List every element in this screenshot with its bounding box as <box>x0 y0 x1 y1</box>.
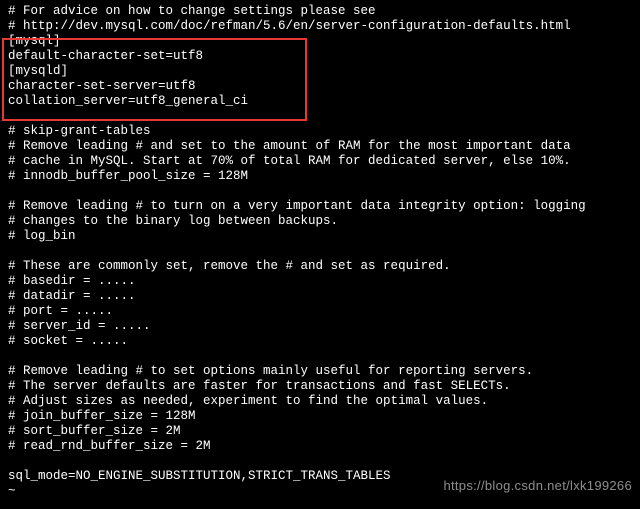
config-line-11: # innodb_buffer_pool_size = 128M <box>8 169 632 184</box>
config-line-12 <box>8 184 632 199</box>
config-line-7 <box>8 109 632 124</box>
config-line-25: # The server defaults are faster for tra… <box>8 379 632 394</box>
config-line-28: # sort_buffer_size = 2M <box>8 424 632 439</box>
config-line-1: # http://dev.mysql.com/doc/refman/5.6/en… <box>8 19 632 34</box>
config-line-8: # skip-grant-tables <box>8 124 632 139</box>
config-line-22: # socket = ..... <box>8 334 632 349</box>
config-line-15: # log_bin <box>8 229 632 244</box>
config-line-30 <box>8 454 632 469</box>
config-line-3: default-character-set=utf8 <box>8 49 632 64</box>
config-line-16 <box>8 244 632 259</box>
config-line-0: # For advice on how to change settings p… <box>8 4 632 19</box>
config-line-18: # basedir = ..... <box>8 274 632 289</box>
config-line-10: # cache in MySQL. Start at 70% of total … <box>8 154 632 169</box>
config-line-5: character-set-server=utf8 <box>8 79 632 94</box>
config-line-20: # port = ..... <box>8 304 632 319</box>
config-line-29: # read_rnd_buffer_size = 2M <box>8 439 632 454</box>
config-line-27: # join_buffer_size = 128M <box>8 409 632 424</box>
config-line-13: # Remove leading # to turn on a very imp… <box>8 199 632 214</box>
config-line-2: [mysql] <box>8 34 632 49</box>
config-line-24: # Remove leading # to set options mainly… <box>8 364 632 379</box>
config-line-4: [mysqld] <box>8 64 632 79</box>
config-line-21: # server_id = ..... <box>8 319 632 334</box>
config-line-14: # changes to the binary log between back… <box>8 214 632 229</box>
config-line-17: # These are commonly set, remove the # a… <box>8 259 632 274</box>
watermark-text: https://blog.csdn.net/lxk199266 <box>443 478 632 493</box>
config-line-6: collation_server=utf8_general_ci <box>8 94 632 109</box>
config-line-26: # Adjust sizes as needed, experiment to … <box>8 394 632 409</box>
config-line-19: # datadir = ..... <box>8 289 632 304</box>
config-file-text: # For advice on how to change settings p… <box>8 4 632 499</box>
config-line-9: # Remove leading # and set to the amount… <box>8 139 632 154</box>
config-line-23 <box>8 349 632 364</box>
